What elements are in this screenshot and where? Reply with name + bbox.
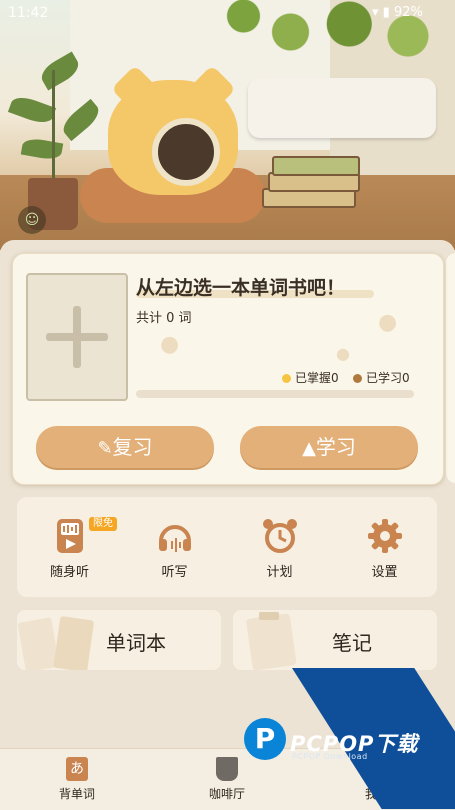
next-card-peek[interactable]	[446, 253, 455, 483]
paw-print-decoration: ●	[378, 310, 398, 335]
notes-label: 笔记	[332, 631, 372, 655]
wordbook-tile[interactable]: 单词本	[17, 610, 221, 670]
plus-icon	[73, 306, 81, 368]
book-stack	[272, 156, 360, 176]
tool-settings[interactable]: 设置	[332, 497, 437, 597]
tool-label: 听写	[161, 565, 188, 580]
status-icons: ▾ ▮ 92%	[372, 5, 423, 20]
nav-label: 背单词	[58, 787, 95, 801]
speech-bubble	[248, 78, 436, 138]
paw-print-decoration: ●	[160, 332, 180, 357]
tool-dictation[interactable]: 听写	[122, 497, 227, 597]
watermark-logo: P	[244, 718, 286, 760]
graduation-cap-icon: ▲	[302, 438, 316, 459]
wordbook-label: 单词本	[106, 631, 166, 655]
hero-illustration	[0, 0, 455, 250]
paw-icon: ☺	[24, 212, 40, 228]
learned-legend: 已学习0	[353, 369, 410, 386]
alarm-clock-icon	[263, 519, 297, 553]
paw-print-decoration: ●	[336, 344, 350, 363]
book-title: 从左边选一本单词书吧！	[136, 277, 346, 299]
review-label: 复习	[112, 435, 153, 459]
review-button[interactable]: ✎复习	[36, 426, 214, 468]
gear-icon	[368, 519, 402, 553]
nav-vocab[interactable]: あ 背单词	[2, 749, 152, 810]
plant-leaf	[7, 93, 57, 127]
learned-count: 已学习0	[366, 371, 410, 385]
battery-level: 92%	[393, 5, 423, 20]
tool-audio-player[interactable]: 限免 随身听	[17, 497, 122, 597]
cat-action-button[interactable]: ☺	[18, 206, 46, 234]
nav-label: 咖啡厅	[208, 787, 245, 801]
plant-stem	[52, 70, 55, 180]
study-label: 学习	[315, 435, 356, 459]
progress-track	[136, 390, 414, 398]
word-count: 共计 0 词	[136, 311, 192, 326]
mastered-legend: 已掌握0	[282, 369, 339, 386]
free-badge: 限免	[89, 517, 117, 531]
status-time: 11:42	[8, 5, 49, 21]
nav-cafe[interactable]: 咖啡厅	[152, 749, 302, 810]
tool-plan[interactable]: 计划	[227, 497, 332, 597]
cat-camera-eye	[152, 118, 220, 186]
select-book-button[interactable]	[26, 273, 128, 401]
tool-label: 计划	[266, 565, 293, 580]
headphones-icon	[159, 525, 191, 552]
tools-panel: 限免 随身听 听写 计划 设置	[17, 497, 437, 597]
learned-dot	[353, 374, 362, 383]
status-bar: 11:42 ▾ ▮ 92%	[0, 0, 455, 26]
tool-label: 设置	[371, 565, 398, 580]
tool-label: 随身听	[49, 565, 89, 580]
watermark-subtext: PCPOP Download	[292, 752, 368, 761]
vocab-icon: あ	[66, 757, 88, 781]
plant-leaf	[20, 136, 64, 162]
coffee-cup-icon	[216, 757, 238, 781]
notes-tile[interactable]: 笔记	[233, 610, 437, 670]
mastered-dot	[282, 374, 291, 383]
review-icon: ✎	[97, 438, 113, 459]
mastered-count: 已掌握0	[295, 371, 339, 385]
battery-icon: ▮	[382, 5, 390, 20]
study-button[interactable]: ▲学习	[240, 426, 418, 468]
audio-player-icon	[57, 519, 83, 553]
wifi-icon: ▾	[372, 5, 379, 20]
